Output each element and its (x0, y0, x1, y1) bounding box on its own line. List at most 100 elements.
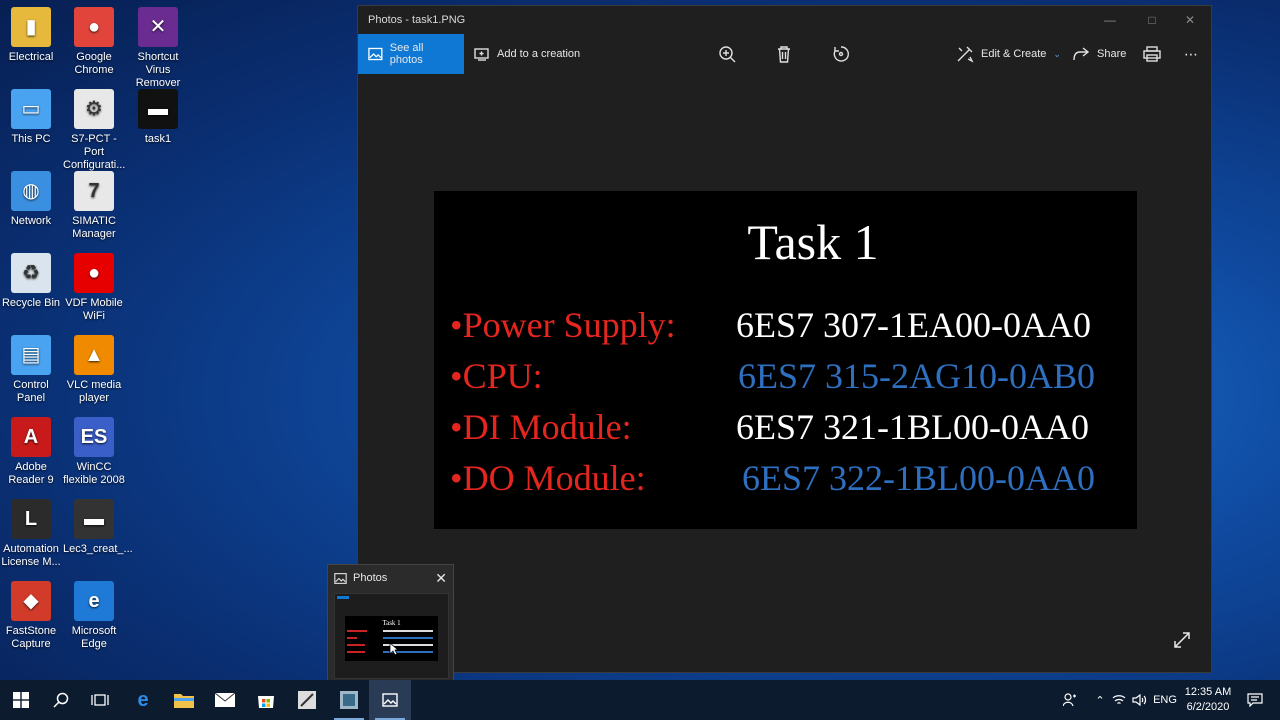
taskbar-preview[interactable]: Photos ✕ Task 1 (327, 564, 454, 686)
s7-pct-icon (298, 691, 316, 709)
more-options-button[interactable]: ⋯ (1184, 34, 1199, 74)
photos-window[interactable]: Photos - task1.PNG — □ ✕ See all photos … (357, 5, 1212, 673)
edge-icon: e (74, 581, 114, 621)
close-button[interactable]: ✕ (1171, 6, 1209, 34)
desktop-icon[interactable]: ● Google Chrome (63, 7, 125, 77)
preview-header: Photos ✕ (328, 565, 453, 591)
part-label: •CPU: (450, 356, 543, 396)
mini-line (347, 637, 357, 639)
preview-close-icon[interactable]: ✕ (435, 570, 447, 587)
desktop-icon[interactable]: ◍ Network (0, 171, 62, 228)
desktop-icon[interactable]: ♻ Recycle Bin (0, 253, 62, 310)
desktop-icon[interactable]: ▭ This PC (0, 89, 62, 146)
desktop-icon[interactable]: L Automation License M... (0, 499, 62, 569)
part-label: •DO Module: (450, 458, 646, 498)
taskbar-store[interactable] (245, 680, 287, 720)
adobe-reader-icon: A (11, 417, 51, 457)
desktop-icon[interactable]: ▮ Electrical (0, 7, 62, 64)
wincc-icon: ES (74, 417, 114, 457)
vodafone-icon: ● (74, 253, 114, 293)
desktop-icon[interactable]: ▲ VLC media player (63, 335, 125, 405)
share-icon (1073, 47, 1090, 61)
people-button[interactable] (1058, 680, 1082, 720)
part-number: 6ES7 315-2AG10-0AB0 (738, 356, 1095, 396)
s7-pct-icon: ⚙ (74, 89, 114, 129)
desktop-icon[interactable]: e Microsoft Edge (63, 581, 125, 651)
part-label: •Power Supply: (450, 305, 676, 345)
clock-time: 12:35 AM (1184, 686, 1232, 698)
taskbar-edge[interactable]: e (122, 680, 164, 720)
window-titlebar[interactable]: Photos - task1.PNG — □ ✕ (358, 6, 1211, 34)
folder-icon: ▮ (11, 7, 51, 47)
edit-create-icon (957, 46, 974, 63)
clock[interactable]: 12:35 AM 6/2/2020 (1180, 680, 1236, 720)
people-icon (1063, 693, 1076, 707)
show-hidden-icons-button[interactable]: ⌃ (1092, 680, 1108, 720)
print-button[interactable] (1143, 34, 1161, 74)
notification-icon (1247, 693, 1263, 707)
desktop-icon[interactable]: ▤ Control Panel (0, 335, 62, 405)
mouse-cursor-icon (389, 642, 399, 656)
desktop-icon[interactable]: ◆ FastStone Capture (0, 581, 62, 651)
window-title: Photos - task1.PNG (368, 14, 466, 26)
desktop-icon[interactable]: 7 SIMATIC Manager (63, 171, 125, 241)
simatic-icon (340, 691, 358, 709)
minimize-button[interactable]: — (1091, 6, 1129, 34)
taskbar-simatic[interactable] (328, 680, 370, 720)
search-button[interactable] (40, 680, 82, 720)
image-title: Task 1 (747, 214, 879, 270)
maximize-button[interactable]: □ (1133, 6, 1171, 34)
photos-toolbar: See all photos Add to a creation Edit & … (358, 34, 1211, 74)
zoom-button[interactable] (718, 34, 736, 74)
desktop-icon-label: Adobe Reader 9 (8, 461, 54, 486)
preview-title: Photos (353, 572, 388, 584)
action-center-button[interactable] (1240, 680, 1270, 720)
chevron-down-icon: ⌄ (1053, 48, 1061, 59)
expand-icon (1174, 632, 1190, 648)
photos-icon (382, 693, 398, 707)
faststone-icon: ◆ (11, 581, 51, 621)
taskbar-s7-pct[interactable] (286, 680, 328, 720)
edit-create-label: Edit & Create (981, 48, 1047, 60)
image-file-icon: ▬ (138, 89, 178, 129)
language-indicator[interactable]: ENG (1152, 680, 1178, 720)
add-to-creation-button[interactable]: Add to a creation (474, 34, 580, 74)
desktop-icon[interactable]: A Adobe Reader 9 (0, 417, 62, 487)
desktop-icon-label: Automation License M... (1, 543, 61, 568)
zoom-in-icon (719, 46, 736, 63)
task-view-button[interactable] (79, 680, 121, 720)
mini-line (347, 651, 365, 653)
edit-create-button[interactable]: Edit & Create ⌄ (956, 34, 1061, 74)
desktop-icon[interactable]: ● VDF Mobile WiFi (63, 253, 125, 323)
rotate-button[interactable] (832, 34, 850, 74)
start-button[interactable] (0, 680, 42, 720)
chrome-icon: ● (74, 7, 114, 47)
taskbar-photos[interactable] (369, 680, 411, 720)
windows-logo-icon (13, 692, 29, 708)
add-to-creation-label: Add to a creation (497, 48, 581, 60)
desktop-icon-label: VDF Mobile WiFi (65, 297, 123, 322)
part-row: •CPU: 6ES7 315-2AG10-0AB0 (450, 355, 1130, 401)
fullscreen-button[interactable] (1173, 631, 1191, 654)
wifi-icon (1112, 695, 1126, 704)
desktop-icon[interactable]: ▬ task1 (127, 89, 189, 146)
preview-thumbnail[interactable]: Task 1 (334, 593, 449, 679)
share-button[interactable]: Share (1072, 34, 1126, 74)
delete-button[interactable] (776, 34, 792, 74)
taskbar: e ⌃ ENG 12:35 AM 6/2/2020 (0, 680, 1280, 720)
network-tray-button[interactable] (1110, 680, 1128, 720)
part-label: •DI Module: (450, 407, 632, 447)
volume-button[interactable] (1130, 680, 1150, 720)
taskbar-file-explorer[interactable] (163, 680, 205, 720)
photos-icon (334, 572, 347, 584)
taskbar-mail[interactable] (204, 680, 246, 720)
mini-line (347, 644, 365, 646)
see-all-photos-button[interactable]: See all photos (358, 34, 464, 74)
more-icon: ⋯ (1184, 45, 1199, 62)
desktop-icon[interactable]: ⚙ S7-PCT - Port Configurati... (63, 89, 125, 172)
task-view-icon (91, 694, 109, 706)
desktop-icon[interactable]: ▬ Lec3_creat_... (63, 499, 133, 556)
desktop-icon[interactable]: ES WinCC flexible 2008 (63, 417, 125, 487)
displayed-image: Task 1 •Power Supply: 6ES7 307-1EA00-0AA0… (434, 191, 1137, 529)
see-all-photos-label: See all photos (389, 42, 424, 66)
